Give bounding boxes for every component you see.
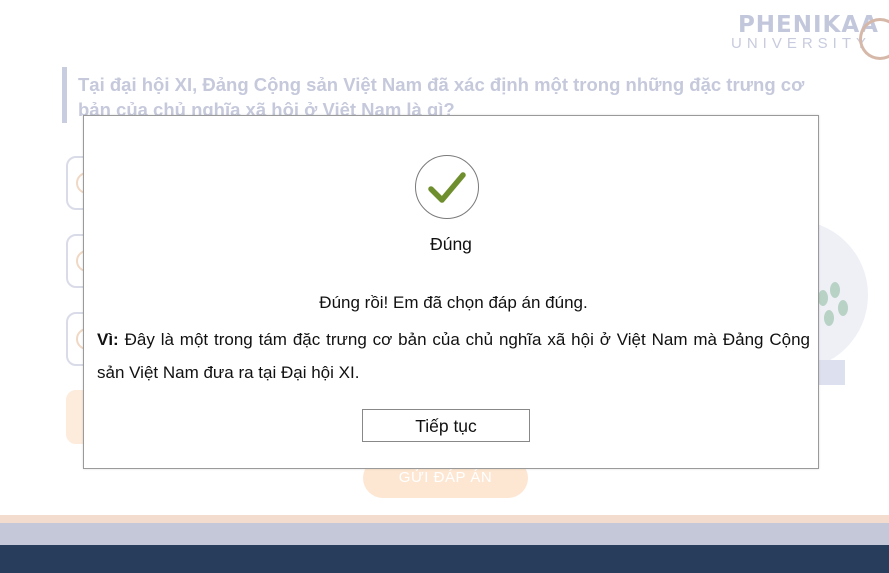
footer-stripe-gray xyxy=(0,523,889,545)
continue-button[interactable]: Tiếp tục xyxy=(362,409,530,442)
leaf-icon xyxy=(818,290,828,306)
result-status-label: Đúng xyxy=(430,234,472,254)
footer-stripe-peach xyxy=(0,515,889,523)
feedback-content: Đúng rồi! Em đã chọn đáp án đúng. Vì: Đâ… xyxy=(97,292,810,389)
feedback-message: Đúng rồi! Em đã chọn đáp án đúng. xyxy=(319,293,588,312)
feedback-reason: Vì: Đây là một trong tám đặc trưng cơ bả… xyxy=(97,323,810,389)
phenikaa-logo: PHENIKAA UNIVERSITY xyxy=(730,12,889,60)
leaf-icon xyxy=(830,282,840,298)
check-icon-glyph xyxy=(428,172,466,203)
reason-prefix: Vì: xyxy=(97,330,119,349)
feedback-dialog: Đúng Đúng rồi! Em đã chọn đáp án đúng. V… xyxy=(83,115,819,469)
question-accent-bar xyxy=(62,67,67,123)
logo-subtitle: UNIVERSITY xyxy=(730,35,871,52)
logo-arc-icon xyxy=(859,18,889,60)
footer-bar xyxy=(0,545,889,573)
leaf-icon xyxy=(824,310,834,326)
check-icon xyxy=(415,155,479,219)
reason-text: Đây là một trong tám đặc trưng cơ bản củ… xyxy=(97,330,810,382)
leaf-icon xyxy=(838,300,848,316)
